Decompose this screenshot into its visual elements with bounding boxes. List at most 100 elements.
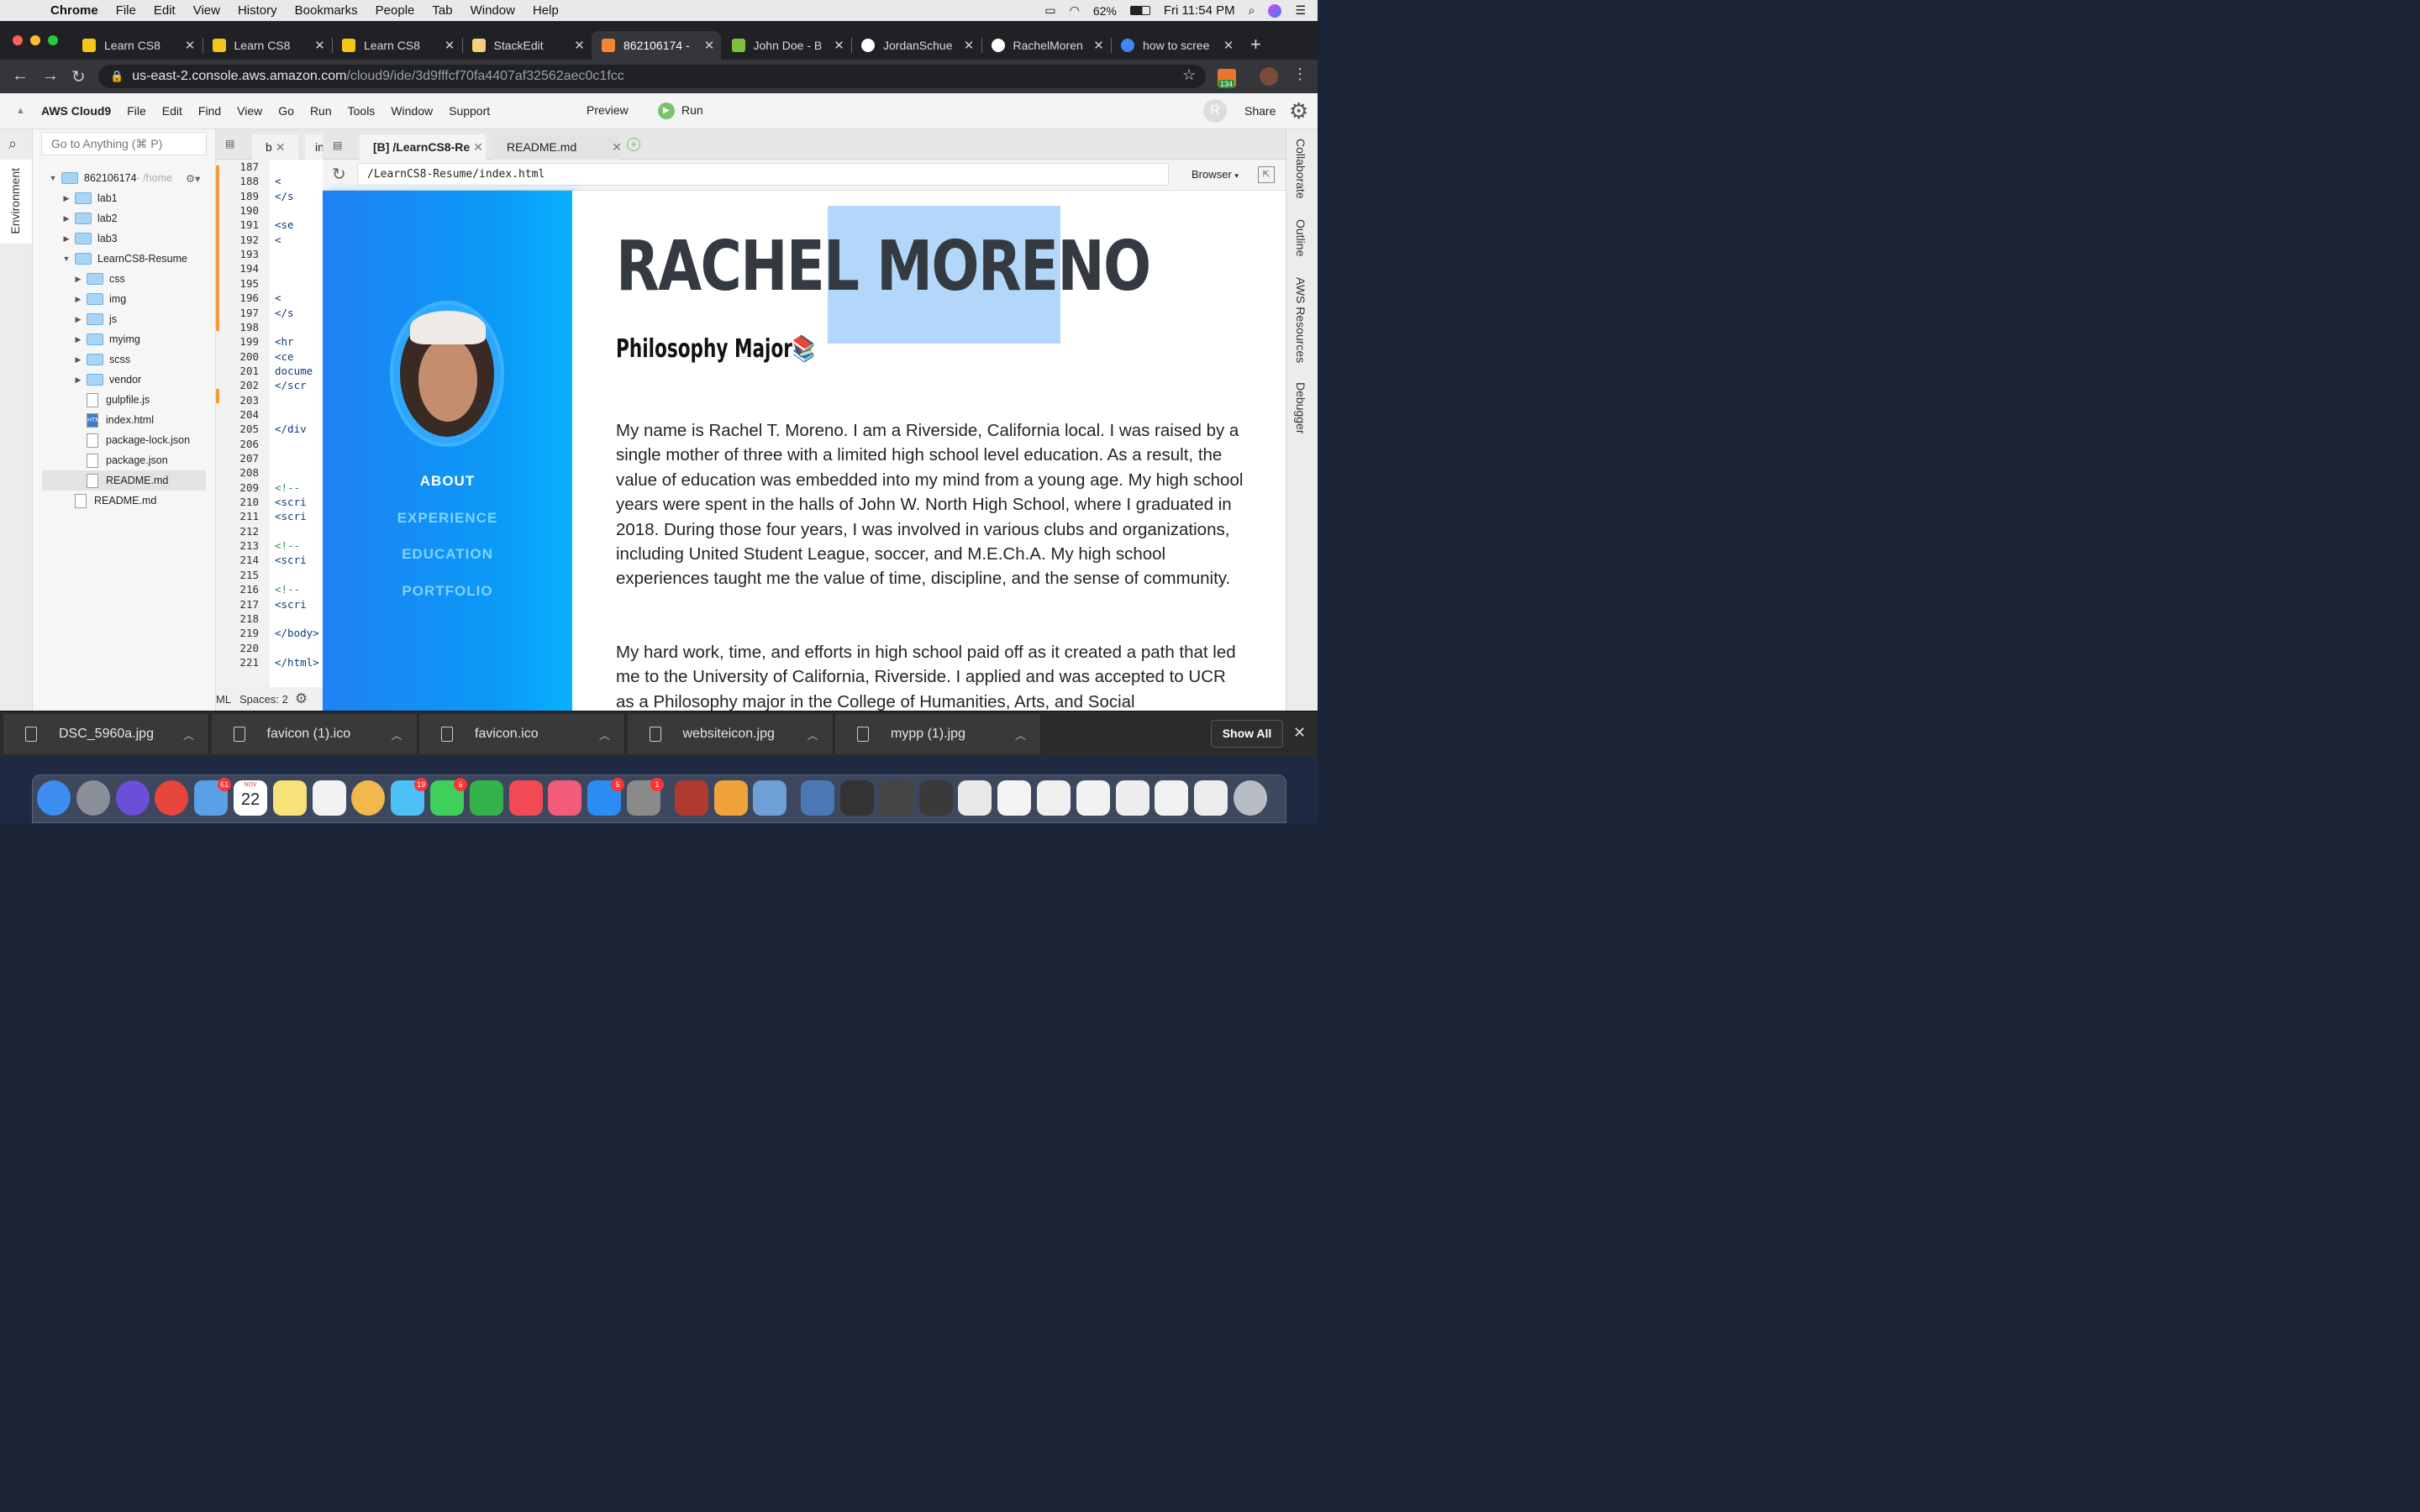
editor-tab[interactable]: b ✕ <box>252 134 298 160</box>
tree-folder[interactable]: ▶ js <box>33 309 216 329</box>
editor-mode[interactable]: ML <box>216 693 239 706</box>
outline-tab[interactable]: Outline <box>1294 219 1307 256</box>
dock-siri-icon[interactable] <box>115 780 150 816</box>
browser-tab[interactable]: Learn CS8 ✕ <box>332 31 461 60</box>
code-line[interactable]: <ce <box>275 350 323 363</box>
tree-file[interactable]: gulpfile.js <box>33 390 216 410</box>
tree-file[interactable]: package.json <box>33 450 216 470</box>
tree-expand-icon[interactable]: ▶ <box>73 355 83 365</box>
code-line[interactable]: </s <box>275 190 323 202</box>
menubar-app-name[interactable]: Chrome <box>50 3 98 18</box>
editor-tab[interactable]: in <box>305 134 323 160</box>
code-line[interactable]: < <box>275 234 323 246</box>
close-tab-icon[interactable]: ✕ <box>573 38 587 53</box>
tree-folder[interactable]: ▼ LearnCS8-Resume <box>33 249 216 269</box>
tree-folder[interactable]: ▶ lab3 <box>33 228 216 249</box>
dock-recent-doc-icon[interactable] <box>1076 780 1110 816</box>
browser-tab[interactable]: Learn CS8 ✕ <box>203 31 332 60</box>
window-zoom-button[interactable] <box>48 35 58 45</box>
aws-resources-tab[interactable]: AWS Resources <box>1294 277 1307 363</box>
tree-expand-icon[interactable]: ▶ <box>61 214 71 223</box>
collapse-menu-icon[interactable]: ▲ <box>0 106 41 116</box>
code-line[interactable]: </html> <box>275 656 323 669</box>
preview-refresh-icon[interactable]: ↻ <box>332 164 346 185</box>
code-line[interactable]: <!-- <box>275 583 323 596</box>
code-line[interactable]: <scri <box>275 554 323 566</box>
show-all-downloads-button[interactable]: Show All <box>1211 720 1283 748</box>
download-options-chevron-icon[interactable]: ︿ <box>1015 727 1040 743</box>
dock-recent-image-icon[interactable] <box>801 780 835 816</box>
dock-recent-doc-icon[interactable] <box>840 780 874 816</box>
menubar-item-edit[interactable]: Edit <box>154 3 176 18</box>
new-tab-button[interactable]: + <box>1250 34 1261 55</box>
c9-menu-go[interactable]: Go <box>278 104 294 118</box>
user-avatar[interactable]: R <box>1203 99 1227 123</box>
code-line[interactable]: <!-- <box>275 539 323 552</box>
popout-icon[interactable]: ⇱ <box>1258 166 1275 183</box>
nav-experience[interactable]: EXPERIENCE <box>323 510 572 527</box>
code-line[interactable]: </div <box>275 423 323 435</box>
close-tab-icon[interactable]: ✕ <box>1092 38 1106 53</box>
code-line[interactable]: <scri <box>275 510 323 522</box>
code-line[interactable]: < <box>275 291 323 304</box>
dock-recent-doc-icon[interactable] <box>1115 780 1150 816</box>
preview-tab-active[interactable]: [B] /LearnCS8-Re ✕ <box>360 134 486 160</box>
dock-recent-doc-icon[interactable] <box>958 780 992 816</box>
dock-calendar-icon[interactable]: NOV 22 <box>234 780 267 816</box>
airplay-icon[interactable]: ▭ <box>1044 3 1055 18</box>
window-minimize-button[interactable] <box>30 35 40 45</box>
download-options-chevron-icon[interactable]: ︿ <box>808 727 833 743</box>
preview-tab-readme[interactable]: README.md ✕ <box>493 134 622 160</box>
preview-button[interactable]: Preview <box>587 103 629 117</box>
download-options-chevron-icon[interactable]: ︿ <box>392 727 417 743</box>
nav-portfolio[interactable]: PORTFOLIO <box>323 583 572 600</box>
editor-spaces[interactable]: Spaces: 2 <box>239 693 288 706</box>
menubar-item-bookmarks[interactable]: Bookmarks <box>295 3 358 18</box>
code-line[interactable]: </scr <box>275 379 323 391</box>
code-line[interactable]: </body> <box>275 627 323 639</box>
preview-tabs-menu-icon[interactable]: ▤ <box>333 139 342 151</box>
tree-expand-icon[interactable]: ▶ <box>73 335 83 344</box>
c9-menu-window[interactable]: Window <box>391 104 433 118</box>
window-close-button[interactable] <box>13 35 23 45</box>
c9-menu-find[interactable]: Find <box>198 104 221 118</box>
c9-menu-view[interactable]: View <box>237 104 262 118</box>
tree-file[interactable]: HTML index.html <box>33 410 216 430</box>
run-button[interactable]: Run <box>681 103 703 117</box>
browser-tab[interactable]: how to scree ✕ <box>1111 31 1240 60</box>
tree-expand-icon[interactable]: ▼ <box>61 255 71 263</box>
tree-file[interactable]: README.md <box>42 470 206 491</box>
dock-recent-doc-icon[interactable] <box>997 780 1032 816</box>
tree-settings-gear-icon[interactable]: ⚙▾ <box>186 172 200 185</box>
menubar-item-history[interactable]: History <box>238 3 277 18</box>
tree-expand-icon[interactable]: ▶ <box>73 315 83 324</box>
dock-numbers-icon[interactable] <box>469 780 503 816</box>
dock-recent-doc-icon[interactable] <box>1155 780 1189 816</box>
download-item[interactable]: websiteicon.jpg ︿ <box>627 714 834 754</box>
browser-tab[interactable]: StackEdit ✕ <box>462 31 592 60</box>
code-line[interactable]: docume <box>275 365 323 377</box>
menubar-clock[interactable]: Fri 11:54 PM <box>1164 3 1235 18</box>
browser-select[interactable]: Browser ▾ <box>1192 168 1239 181</box>
download-item[interactable]: favicon (1).ico ︿ <box>211 714 418 754</box>
settings-gear-icon[interactable]: ⚙ <box>1289 98 1308 124</box>
dock-recent-doc-icon[interactable] <box>918 780 953 816</box>
dock-trash-icon[interactable] <box>1234 780 1267 816</box>
spotlight-search-icon[interactable]: ⌕ <box>1249 3 1255 18</box>
dock-recent-doc-icon[interactable] <box>879 780 913 816</box>
back-button[interactable]: ← <box>12 66 29 86</box>
close-tab-icon[interactable]: ✕ <box>962 38 976 53</box>
reload-button[interactable]: ↻ <box>71 66 86 87</box>
tree-file[interactable]: README.md <box>33 491 216 511</box>
tree-folder[interactable]: ▶ vendor <box>33 370 216 390</box>
editor-tabs-menu-icon[interactable]: ▤ <box>225 138 234 150</box>
battery-icon[interactable] <box>1129 6 1150 15</box>
close-tab-icon[interactable]: ✕ <box>313 38 327 53</box>
download-item[interactable]: favicon.ico ︿ <box>419 714 625 754</box>
tree-folder[interactable]: ▶ lab1 <box>33 188 216 208</box>
tree-folder[interactable]: ▶ scss <box>33 349 216 370</box>
code-line[interactable]: < <box>275 175 323 187</box>
share-button[interactable]: Share <box>1244 104 1276 118</box>
browser-tab[interactable]: RachelMoren ✕ <box>981 31 1111 60</box>
browser-tab[interactable]: John Doe - B ✕ <box>722 31 851 60</box>
